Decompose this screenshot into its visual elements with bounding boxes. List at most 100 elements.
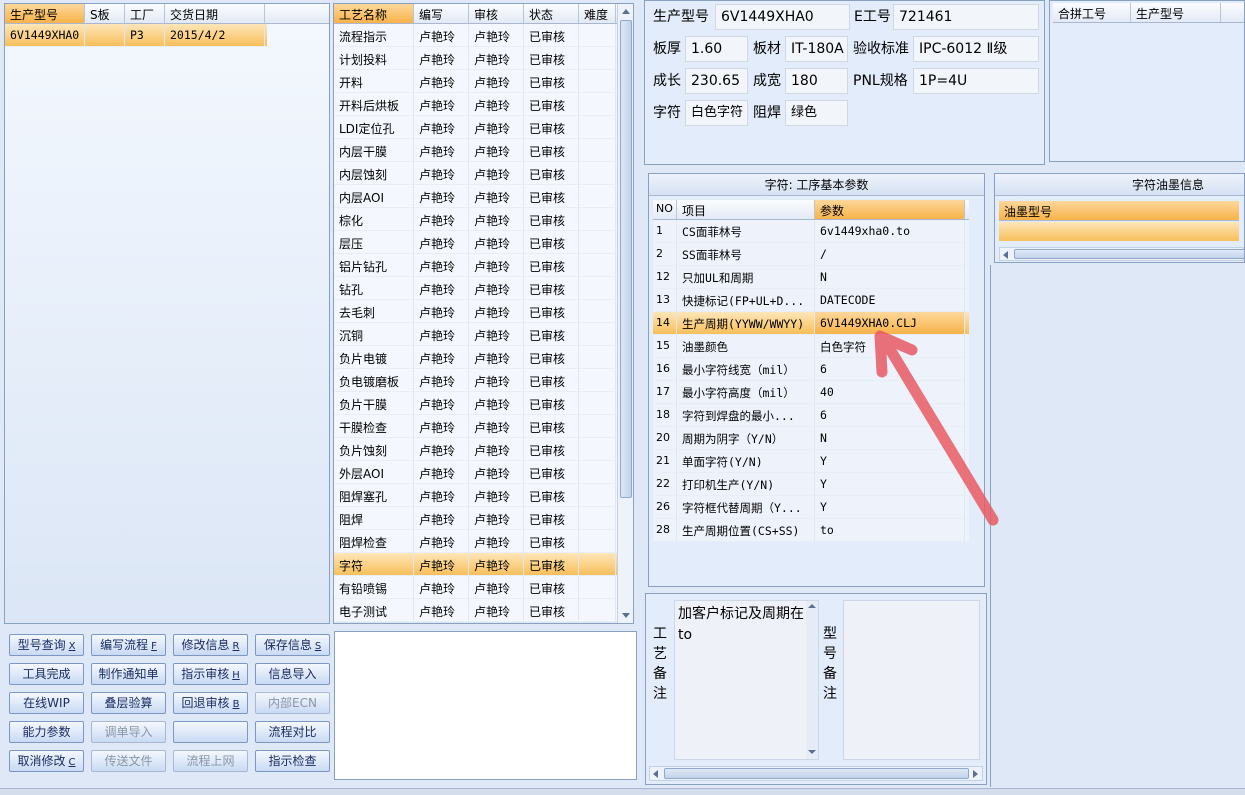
table-row[interactable]: 沉铜 卢艳玲 卢艳玲 已审核 (334, 323, 633, 346)
col-param[interactable]: 参数 (815, 200, 965, 219)
thick-field[interactable]: 1.60 (685, 36, 748, 62)
button-r2-c1[interactable]: 叠层验算 (91, 692, 166, 714)
scroll-up-icon[interactable] (808, 604, 816, 608)
table-row[interactable]: 6V1449XHA0 P3 2015/4/2 (5, 24, 267, 47)
table-row[interactable]: 2 SS面菲林号 / (653, 243, 969, 266)
button-r1-c1[interactable]: 制作通知单 (91, 663, 166, 685)
table-row[interactable]: 内层AOI 卢艳玲 卢艳玲 已审核 (334, 185, 633, 208)
table-row[interactable]: LDI定位孔 卢艳玲 卢艳玲 已审核 (334, 116, 633, 139)
ink-hscrollbar[interactable] (999, 247, 1244, 261)
cell-param: N (815, 266, 965, 288)
table-row[interactable]: 阻焊检查 卢艳玲 卢艳玲 已审核 (334, 530, 633, 553)
col-no[interactable]: NO (653, 200, 677, 219)
button-r0-c2[interactable]: 修改信息 R (173, 634, 248, 656)
scroll-left-icon[interactable] (1003, 251, 1008, 259)
table-row[interactable]: 负片蚀刻 卢艳玲 卢艳玲 已审核 (334, 438, 633, 461)
table-row[interactable]: 计划投料 卢艳玲 卢艳玲 已审核 (334, 47, 633, 70)
width-field[interactable]: 180 (785, 68, 848, 94)
merge-grid-header: 合拼工号 生产型号 (1053, 3, 1244, 23)
scroll-thumb[interactable] (664, 768, 969, 779)
button-r3-c3[interactable]: 流程对比 (255, 721, 330, 743)
button-r4-c1[interactable]: 传送文件 (91, 750, 166, 772)
char-field[interactable]: 白色字符 (685, 100, 748, 126)
scroll-left-icon[interactable] (653, 770, 658, 778)
button-r3-c2[interactable] (173, 721, 248, 743)
table-row[interactable]: 去毛刺 卢艳玲 卢艳玲 已审核 (334, 300, 633, 323)
button-r1-c3[interactable]: 信息导入 (255, 663, 330, 685)
material-field[interactable]: IT-180A (785, 36, 848, 62)
e-no-field[interactable]: 721461 (893, 4, 1039, 30)
col-merge-model[interactable]: 生产型号 (1131, 3, 1221, 22)
col-ink-model[interactable]: 油墨型号 (999, 201, 1057, 220)
col-factory[interactable]: 工厂 (125, 4, 165, 23)
model-note-field[interactable] (843, 600, 980, 760)
table-row[interactable]: 内层干膜 卢艳玲 卢艳玲 已审核 (334, 139, 633, 162)
col-model[interactable]: 生产型号 (5, 4, 85, 23)
col-status[interactable]: 状态 (524, 4, 579, 23)
ink-selected-row[interactable] (999, 222, 1239, 241)
scroll-up-icon[interactable] (622, 9, 630, 14)
scroll-thumb[interactable] (620, 20, 632, 498)
button-r1-c2[interactable]: 指示审核 H (173, 663, 248, 685)
table-row[interactable]: 1 CS面菲林号 6v1449xha0.to (653, 220, 969, 243)
process-note-field[interactable]: 加客户标记及周期在to (674, 600, 819, 760)
process-scrollbar[interactable] (617, 4, 633, 623)
col-process-name[interactable]: 工艺名称 (334, 4, 414, 23)
scroll-down-icon[interactable] (622, 613, 630, 618)
col-writer[interactable]: 编写 (414, 4, 469, 23)
table-row[interactable]: 负电镀磨板 卢艳玲 卢艳玲 已审核 (334, 369, 633, 392)
button-r0-c1[interactable]: 编写流程 F (91, 634, 166, 656)
notes-hscrollbar[interactable] (649, 766, 983, 781)
button-r2-c0[interactable]: 在线WIP (9, 692, 84, 714)
cell-difficulty (579, 139, 616, 161)
button-r0-c0[interactable]: 型号查询 X (9, 634, 84, 656)
process-note-box[interactable] (334, 631, 637, 780)
button-r4-c2[interactable]: 流程上网 (173, 750, 248, 772)
table-row[interactable]: 铝片钻孔 卢艳玲 卢艳玲 已审核 (334, 254, 633, 277)
button-r4-c0[interactable]: 取消修改 C (9, 750, 84, 772)
cell-status: 已审核 (524, 208, 579, 230)
button-r3-c1[interactable]: 调单导入 (91, 721, 166, 743)
scroll-right-icon[interactable] (973, 770, 978, 778)
col-item[interactable]: 项目 (677, 200, 815, 219)
table-row[interactable]: 开料 卢艳玲 卢艳玲 已审核 (334, 70, 633, 93)
button-r1-c0[interactable]: 工具完成 (9, 663, 84, 685)
table-row[interactable]: 负片干膜 卢艳玲 卢艳玲 已审核 (334, 392, 633, 415)
table-row[interactable]: 12 只加UL和周期 N (653, 266, 969, 289)
model-field[interactable]: 6V1449XHA0 (715, 4, 850, 30)
table-row[interactable]: 字符 卢艳玲 卢艳玲 已审核 (334, 553, 633, 576)
pnl-field[interactable]: 1P=4U (913, 68, 1039, 94)
std-field[interactable]: IPC-6012 Ⅱ级 (913, 36, 1039, 62)
mask-field[interactable]: 绿色 (785, 100, 848, 126)
button-r4-c3[interactable]: 指示检查 (255, 750, 330, 772)
cell-item: CS面菲林号 (677, 220, 815, 242)
table-row[interactable]: 外层AOI 卢艳玲 卢艳玲 已审核 (334, 461, 633, 484)
scroll-down-icon[interactable] (808, 750, 816, 754)
button-r0-c3[interactable]: 保存信息 S (255, 634, 330, 656)
length-field[interactable]: 230.65 (685, 68, 748, 94)
table-row[interactable]: 阻焊塞孔 卢艳玲 卢艳玲 已审核 (334, 484, 633, 507)
table-row[interactable]: 阻焊 卢艳玲 卢艳玲 已审核 (334, 507, 633, 530)
button-r2-c2[interactable]: 回退审核 B (173, 692, 248, 714)
table-row[interactable]: 内层蚀刻 卢艳玲 卢艳玲 已审核 (334, 162, 633, 185)
button-r2-c3[interactable]: 内部ECN (255, 692, 330, 714)
table-row[interactable]: 层压 卢艳玲 卢艳玲 已审核 (334, 231, 633, 254)
table-row[interactable]: 流程指示 卢艳玲 卢艳玲 已审核 (334, 24, 633, 47)
table-row[interactable]: 负片电镀 卢艳玲 卢艳玲 已审核 (334, 346, 633, 369)
table-row[interactable]: 电子测试 卢艳玲 卢艳玲 已审核 (334, 599, 633, 622)
col-s-board[interactable]: S板 (85, 4, 125, 23)
col-merge-no[interactable]: 合拼工号 (1053, 3, 1131, 22)
char-label: 字符 (653, 105, 681, 121)
button-r3-c0[interactable]: 能力参数 (9, 721, 84, 743)
col-delivery-date[interactable]: 交货日期 (165, 4, 265, 23)
process-note-scrollbar[interactable] (806, 601, 818, 759)
table-row[interactable]: 干膜检查 卢艳玲 卢艳玲 已审核 (334, 415, 633, 438)
col-reviewer[interactable]: 审核 (469, 4, 524, 23)
table-row[interactable]: 棕化 卢艳玲 卢艳玲 已审核 (334, 208, 633, 231)
scroll-thumb[interactable] (1014, 249, 1244, 259)
table-row[interactable]: 钻孔 卢艳玲 卢艳玲 已审核 (334, 277, 633, 300)
table-row[interactable]: 开料后烘板 卢艳玲 卢艳玲 已审核 (334, 93, 633, 116)
col-difficulty[interactable]: 难度 (579, 4, 616, 23)
table-row[interactable]: 13 快捷标记(FP+UL+D... DATECODE (653, 289, 969, 312)
table-row[interactable]: 有铅喷锡 卢艳玲 卢艳玲 已审核 (334, 576, 633, 599)
